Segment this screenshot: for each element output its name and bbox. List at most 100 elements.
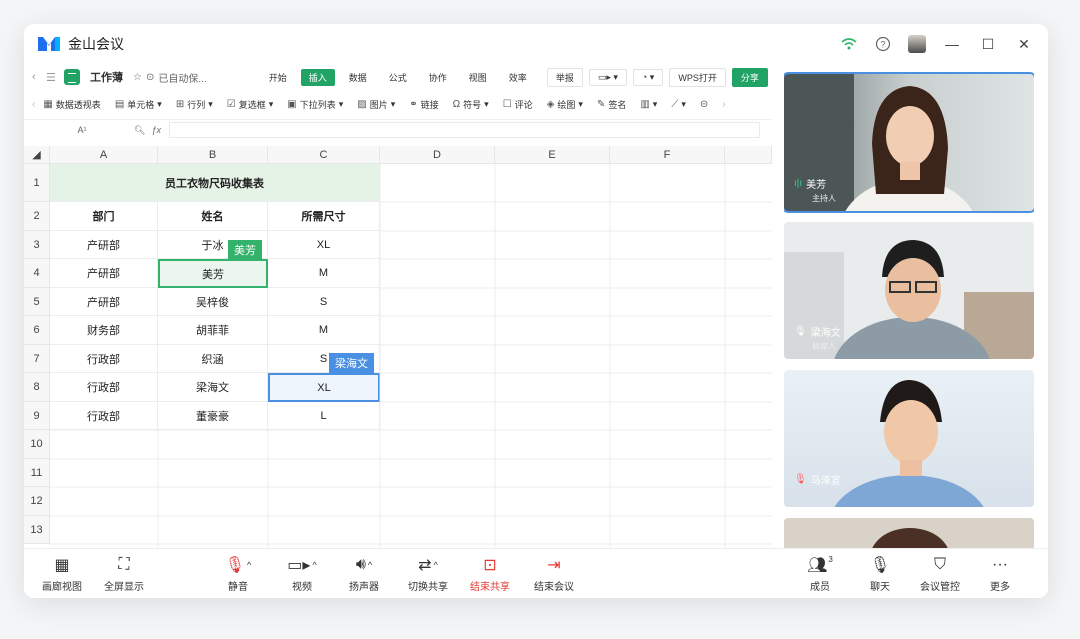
scroll-right-icon[interactable]: › <box>722 99 725 110</box>
dropdown-list-label: 下拉列表 <box>299 100 336 110</box>
cell-reference[interactable]: A¹ <box>34 125 130 135</box>
row-col-icon: ⊞ <box>175 99 185 110</box>
mic-muted-icon: 🎙︎ ^ <box>224 557 252 574</box>
function-icon[interactable]: ƒx <box>151 125 161 135</box>
zoom-search-icon[interactable]: 🔍︎ <box>134 125 145 136</box>
back-arrow-icon[interactable]: ‹ <box>32 71 46 83</box>
pivot-table-button[interactable]: ▦ 数据透视表 <box>43 98 100 111</box>
end-meeting-button[interactable]: ⇥ 结束会议 <box>524 555 584 593</box>
row-header[interactable]: 3 <box>24 231 50 259</box>
participant-video-tile[interactable] <box>784 518 1034 548</box>
formula-bar: A¹ 🔍︎ ƒx <box>24 120 772 140</box>
more-toolbar-button[interactable]: ⊝ <box>700 99 708 110</box>
meeting-control-button[interactable]: ⛉ 会议管控 <box>910 555 970 593</box>
menu-collab[interactable]: 协作 <box>421 69 455 86</box>
link-button[interactable]: ⚭ 链接 <box>409 98 438 111</box>
symbol-button[interactable]: Ω 符号 ▾ <box>453 98 489 111</box>
draw-button[interactable]: ◈ 绘图 ▾ <box>547 98 583 111</box>
end-share-button[interactable]: ⊡ 结束共享 <box>460 555 520 593</box>
line-chart-button[interactable]: ⟋ ▾ <box>671 99 686 110</box>
participant-name-label: 🎙︎ 马泽宣 <box>794 472 841 487</box>
fullscreen-button[interactable]: ⛶ 全屏显示 <box>94 555 154 593</box>
minimize-button[interactable]: — <box>942 34 962 54</box>
meeting-window: 金山会议 ? — ☐ ✕ ‹ ☰ 工作薄 ☆ ⊙ 已自动保... 开始 插入 数… <box>24 24 1048 598</box>
formula-input[interactable] <box>168 122 760 138</box>
row-header[interactable]: 8 <box>24 373 50 402</box>
report-button[interactable]: 举报 <box>546 67 583 87</box>
user-avatar[interactable] <box>908 35 926 53</box>
image-button[interactable]: ▨ 图片 ▾ <box>357 98 395 111</box>
row-header[interactable]: 2 <box>24 202 50 231</box>
star-icon[interactable]: ☆ <box>133 72 142 83</box>
end-share-label: 结束共享 <box>470 582 510 593</box>
row-col-button[interactable]: ⊞ 行列 ▾ <box>176 98 213 111</box>
row-header[interactable]: 10 <box>24 430 50 459</box>
history-icon[interactable]: ◔ ▾ <box>632 68 664 86</box>
col-header-g[interactable] <box>725 146 772 164</box>
draw-label: 绘图 <box>557 100 576 110</box>
menu-start[interactable]: 开始 <box>261 69 295 86</box>
comment-button[interactable]: ☐ 评论 <box>503 98 533 111</box>
share-button[interactable]: 分享 <box>731 67 768 87</box>
wps-open-button[interactable]: WPS打开 <box>669 67 726 87</box>
speaker-button[interactable]: 🔊︎ ^ 扬声器 <box>334 555 394 593</box>
help-icon[interactable]: ? <box>874 35 892 53</box>
row-header[interactable]: 13 <box>24 516 50 544</box>
more-button[interactable]: ··· 更多 <box>970 555 1030 593</box>
row-header[interactable]: 5 <box>24 288 50 316</box>
members-button[interactable]: 👥︎ 3 成员 <box>790 555 850 593</box>
menu-insert[interactable]: 插入 <box>300 68 335 86</box>
checkbox-icon: ☑ <box>226 99 236 110</box>
chat-button[interactable]: 🎙︎ 聊天 <box>850 555 910 593</box>
fullscreen-label: 全屏显示 <box>104 582 144 593</box>
row-header[interactable]: 11 <box>24 459 50 487</box>
menu-data[interactable]: 数据 <box>341 69 375 86</box>
dropdown-list-button[interactable]: ▣ 下拉列表 ▾ <box>287 98 343 111</box>
mute-button[interactable]: 🎙︎ ^ 静音 <box>208 555 268 593</box>
present-icon[interactable]: ▭▸ ▾ <box>588 68 627 86</box>
col-header-c[interactable]: C <box>268 146 380 164</box>
switch-share-button[interactable]: ⇄ ^ 切换共享 <box>398 555 458 593</box>
row-header[interactable]: 7 <box>24 345 50 373</box>
menu-efficiency[interactable]: 效率 <box>501 69 535 86</box>
signature-button[interactable]: ✎ 签名 <box>597 98 626 111</box>
row-header[interactable]: 4 <box>24 259 50 288</box>
col-header-b[interactable]: B <box>158 146 268 164</box>
network-signal-icon[interactable] <box>840 35 858 53</box>
participant-name: 梁海文 <box>810 328 841 339</box>
participant-video-tile[interactable]: 🎙︎ 梁海文 联席人 <box>784 222 1034 359</box>
menu-formula[interactable]: 公式 <box>381 69 415 86</box>
select-all-corner[interactable]: ◢ <box>24 146 50 164</box>
row-header[interactable]: 12 <box>24 487 50 516</box>
doc-header: ‹ ☰ 工作薄 ☆ ⊙ 已自动保... 开始 插入 数据 公式 协作 视图 效率… <box>24 64 772 90</box>
participant-role: 主持人 <box>812 194 836 203</box>
row-header[interactable]: 6 <box>24 316 50 345</box>
participant-role: 联席人 <box>812 342 836 351</box>
comment-label: 评论 <box>514 100 533 110</box>
scroll-left-icon[interactable]: ‹ <box>32 99 35 110</box>
row-header[interactable]: 9 <box>24 402 50 430</box>
grid-lines <box>50 164 772 548</box>
spreadsheet-grid: ◢ A B C D E F 1 2 3 4 5 6 7 8 9 10 11 12… <box>24 146 772 548</box>
col-header-d[interactable]: D <box>380 146 495 164</box>
end-meeting-label: 结束会议 <box>534 582 574 593</box>
col-header-f[interactable]: F <box>610 146 725 164</box>
menu-view[interactable]: 视图 <box>461 69 495 86</box>
col-header-a[interactable]: A <box>50 146 158 164</box>
menu-list-icon[interactable]: ☰ <box>46 71 60 84</box>
row-header[interactable]: 1 <box>24 164 50 202</box>
participant-video-tile[interactable]: ı|ı 美芳 主持人 <box>784 72 1034 213</box>
participant-video-tile[interactable]: 🎙︎ 马泽宣 <box>784 370 1034 507</box>
gallery-view-button[interactable]: ▦ 画廊视图 <box>32 555 92 593</box>
collaborator-cursor-tag: 美芳 <box>228 240 262 260</box>
chart-button[interactable]: ▥ ▾ <box>640 99 657 110</box>
cell-button[interactable]: ▤ 单元格 ▾ <box>115 98 162 111</box>
col-header-e[interactable]: E <box>495 146 610 164</box>
mute-label: 静音 <box>228 582 248 593</box>
image-label: 图片 <box>369 100 388 110</box>
maximize-button[interactable]: ☐ <box>978 34 998 54</box>
video-button[interactable]: ▭▸ ^ 视频 <box>272 555 332 593</box>
close-button[interactable]: ✕ <box>1014 34 1034 54</box>
comment-icon: ☐ <box>502 99 512 110</box>
checkbox-button[interactable]: ☑ 复选框 ▾ <box>227 98 274 111</box>
